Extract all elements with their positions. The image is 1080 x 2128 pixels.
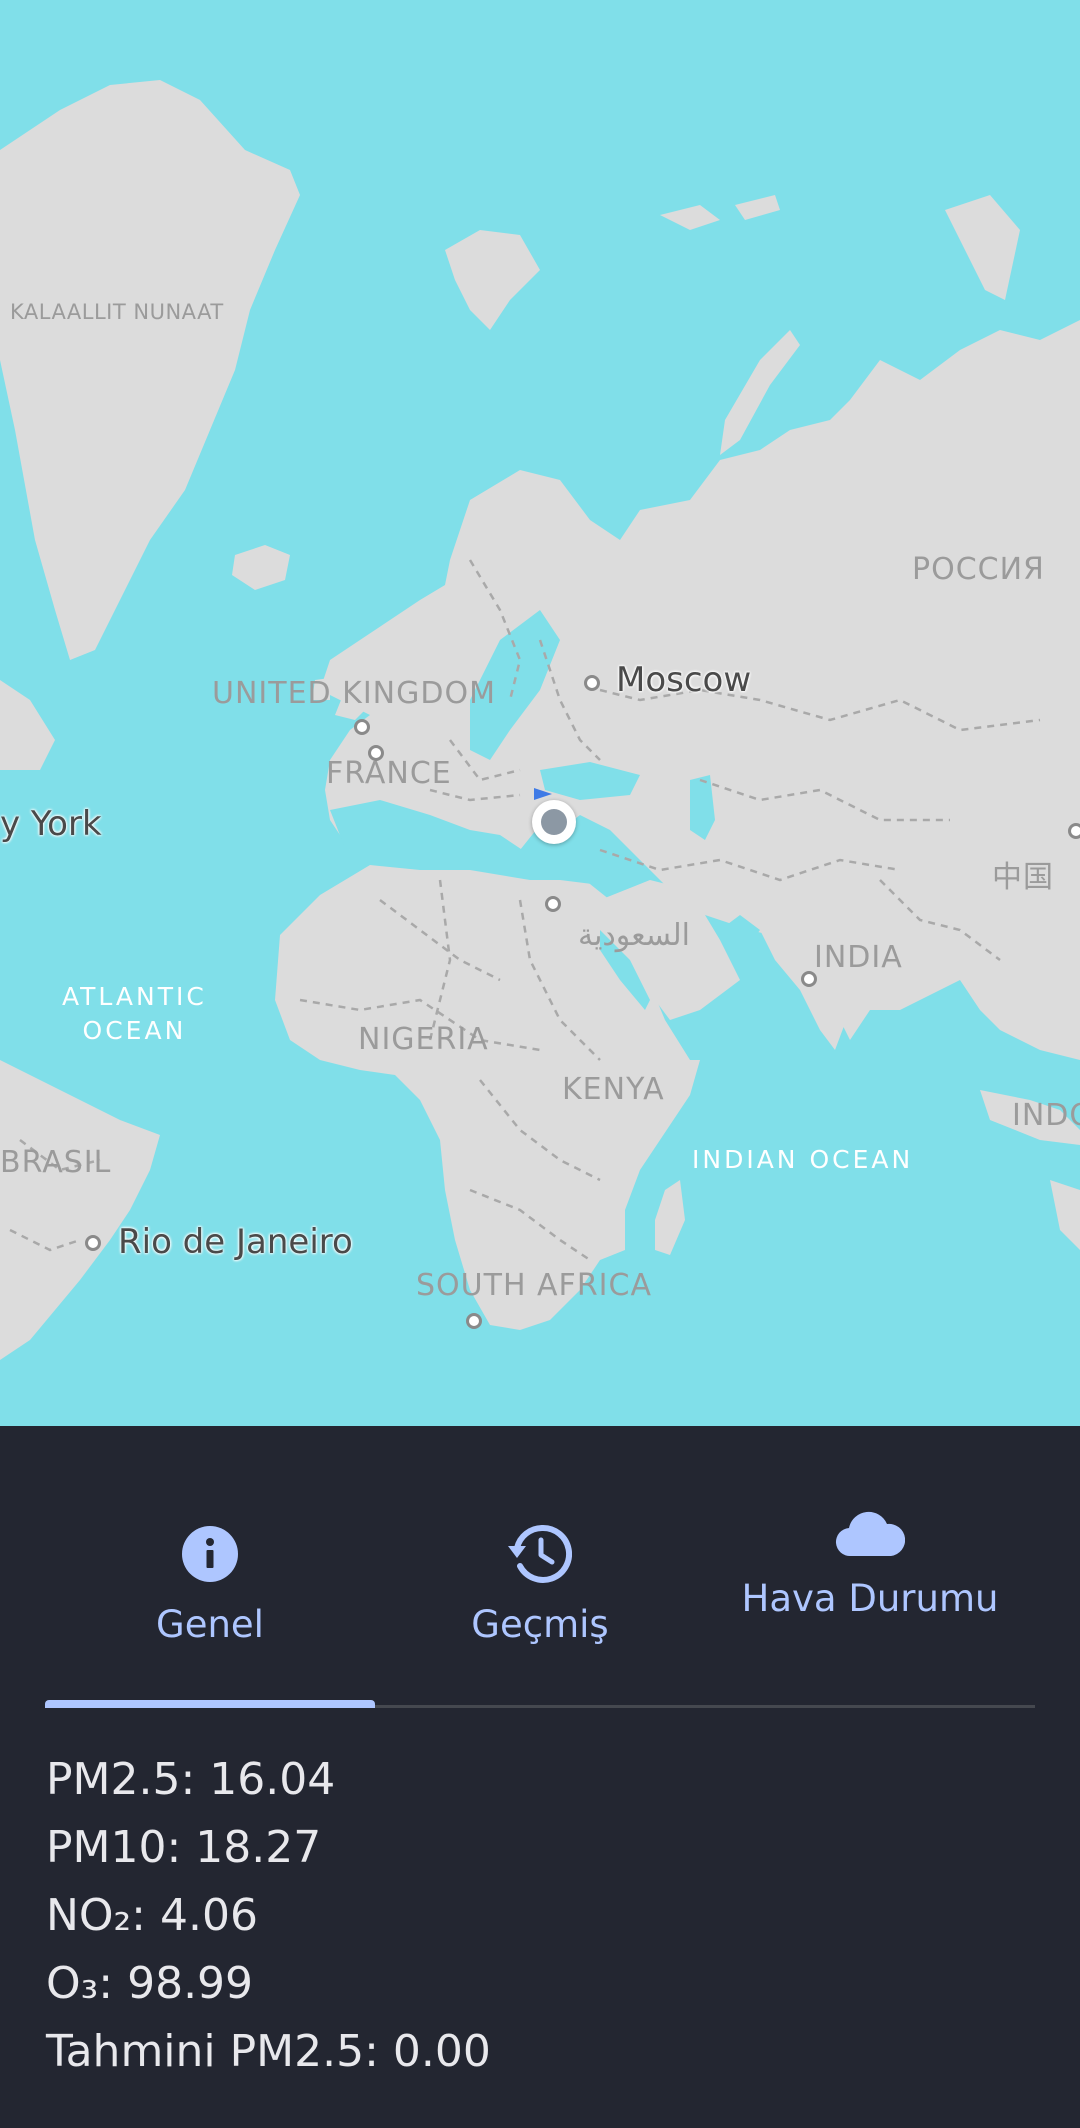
reading-o3: O₃: 98.99 xyxy=(46,1958,254,2009)
tab-weather[interactable]: Hava Durumu xyxy=(705,1426,1035,1708)
info-icon xyxy=(181,1522,239,1586)
city-dot-mumbai[interactable] xyxy=(801,971,817,987)
map-label-south-africa: SOUTH AFRICA xyxy=(416,1268,652,1303)
city-dot-rio[interactable] xyxy=(85,1235,101,1251)
map-label-brasil: BRASIL xyxy=(0,1145,112,1180)
reading-forecast-pm25: Tahmini PM2.5: 0.00 xyxy=(46,2026,491,2077)
city-dot-cairo[interactable] xyxy=(545,896,561,912)
map-label-indian-ocean: INDIAN OCEAN xyxy=(692,1145,914,1174)
map-label-indonesia: INDO xyxy=(1012,1098,1080,1133)
map-label-kenya: KENYA xyxy=(562,1072,665,1107)
city-dot-london[interactable] xyxy=(354,719,370,735)
tab-history-label: Geçmiş xyxy=(471,1603,609,1646)
city-label-rio: Rio de Janeiro xyxy=(118,1222,353,1262)
air-quality-readings: PM2.5: 16.04 PM10: 18.27 NO₂: 4.06 O₃: 9… xyxy=(46,1746,491,2086)
map-label-china: 中国 xyxy=(992,860,1054,895)
location-marker-center xyxy=(541,809,567,835)
current-location-marker[interactable] xyxy=(532,800,576,844)
map-label-nigeria: NIGERIA xyxy=(358,1022,489,1057)
map-landmasses xyxy=(0,80,1080,1360)
map-label-greenland: KALAALLIT NUNAAT xyxy=(10,300,224,324)
reading-no2: NO₂: 4.06 xyxy=(46,1890,258,1941)
reading-pm25: PM2.5: 16.04 xyxy=(46,1754,336,1805)
tab-bar: Genel Geçmiş Hava Durumu xyxy=(45,1426,1035,1708)
cloud-icon xyxy=(835,1506,905,1562)
selected-tab-indicator xyxy=(45,1700,375,1708)
history-icon xyxy=(508,1522,572,1586)
city-dot-cape-town[interactable] xyxy=(466,1313,482,1329)
city-dot-beijing[interactable] xyxy=(1068,823,1080,839)
map-label-saudi-arabia: السعودية xyxy=(578,918,691,953)
tab-general[interactable]: Genel xyxy=(45,1426,375,1708)
map-label-united-kingdom: UNITED KINGDOM xyxy=(212,676,496,711)
reading-pm10: PM10: 18.27 xyxy=(46,1822,322,1873)
bottom-info-panel: Genel Geçmiş Hava Durumu PM2.5: 16.04 PM… xyxy=(0,1426,1080,2128)
city-label-moscow: Moscow xyxy=(616,660,752,700)
tab-history[interactable]: Geçmiş xyxy=(375,1426,705,1708)
map-label-france: FRANCE xyxy=(326,756,452,791)
city-label-new-york: y York xyxy=(0,804,102,844)
map-label-atlantic-ocean: ATLANTIC OCEAN xyxy=(62,982,207,1045)
city-dot-moscow[interactable] xyxy=(584,675,600,691)
city-dot-paris[interactable] xyxy=(368,745,384,761)
tab-general-label: Genel xyxy=(156,1603,264,1646)
tab-weather-label: Hava Durumu xyxy=(741,1577,999,1620)
map-label-russia: РОССИЯ xyxy=(912,552,1045,587)
world-map[interactable]: KALAALLIT NUNAAT РОССИЯ UNITED KINGDOM F… xyxy=(0,0,1080,1426)
map-label-india: INDIA xyxy=(814,940,903,975)
